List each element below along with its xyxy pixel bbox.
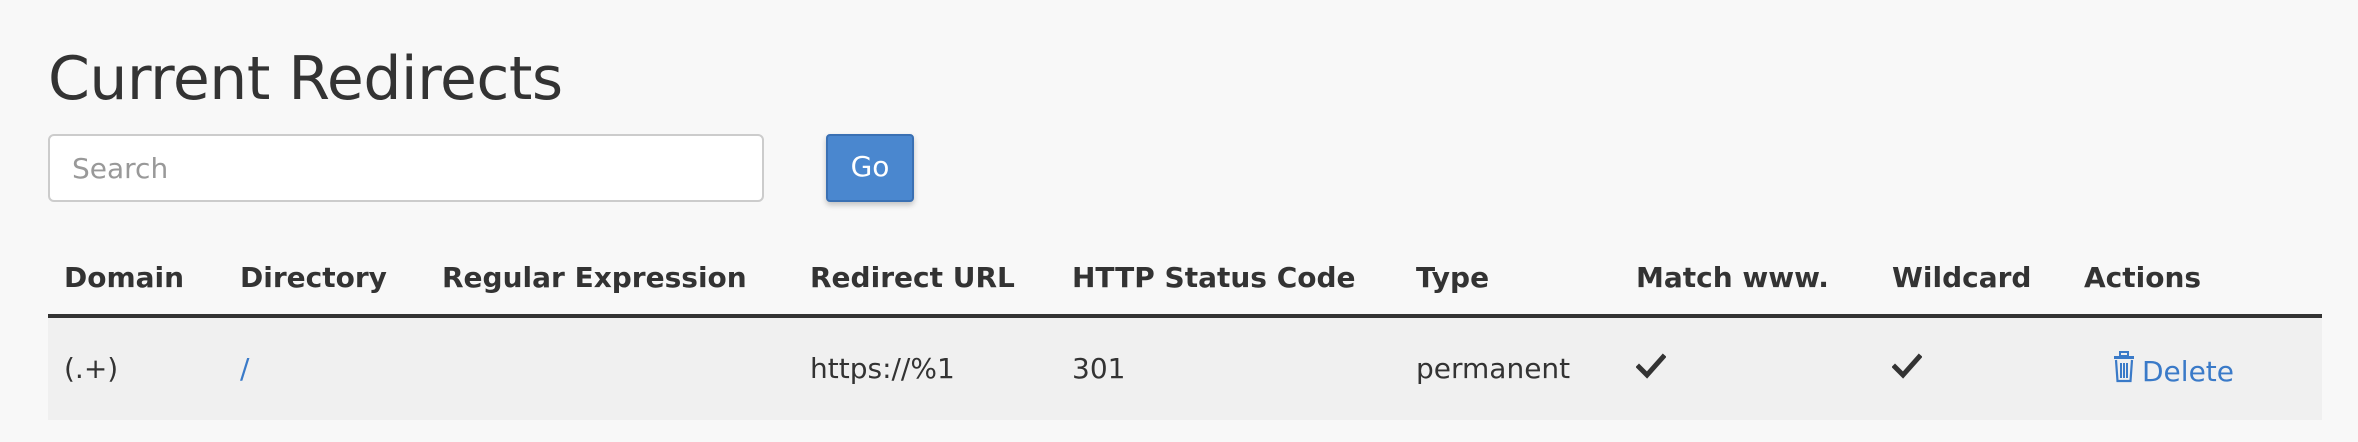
checkmark-icon — [1892, 351, 1922, 381]
delete-button[interactable]: Delete — [2112, 351, 2234, 392]
column-header-regular-expression: Regular Expression — [442, 261, 747, 294]
delete-label: Delete — [2142, 354, 2234, 388]
checkmark-icon — [1636, 351, 1666, 381]
column-header-actions: Actions — [2084, 261, 2202, 294]
cell-domain: (.+) — [64, 352, 119, 385]
column-header-redirect-url: Redirect URL — [810, 261, 1015, 294]
page-title: Current Redirects — [48, 44, 563, 114]
cell-directory-link[interactable]: / — [240, 351, 249, 387]
column-header-directory: Directory — [240, 261, 387, 294]
table-header: Domain Directory Regular Expression Redi… — [48, 244, 2322, 318]
column-header-wildcard: Wildcard — [1892, 261, 2032, 294]
search-input[interactable] — [48, 134, 764, 202]
go-button[interactable]: Go — [826, 134, 914, 202]
column-header-type: Type — [1416, 261, 1490, 294]
trash-icon — [2112, 351, 2136, 392]
redirects-table: Domain Directory Regular Expression Redi… — [48, 244, 2322, 420]
cell-http-status-code: 301 — [1072, 352, 1126, 385]
column-header-domain: Domain — [64, 261, 185, 294]
redirects-page: Current Redirects Go Domain Directory Re… — [0, 0, 2358, 442]
cell-type: permanent — [1416, 352, 1571, 385]
column-header-http-status-code: HTTP Status Code — [1072, 261, 1356, 294]
column-header-match-www: Match www. — [1636, 261, 1829, 294]
cell-redirect-url: https://%1 — [810, 352, 955, 385]
table-row: (.+) / https://%1 301 permanent Delete — [48, 318, 2322, 420]
